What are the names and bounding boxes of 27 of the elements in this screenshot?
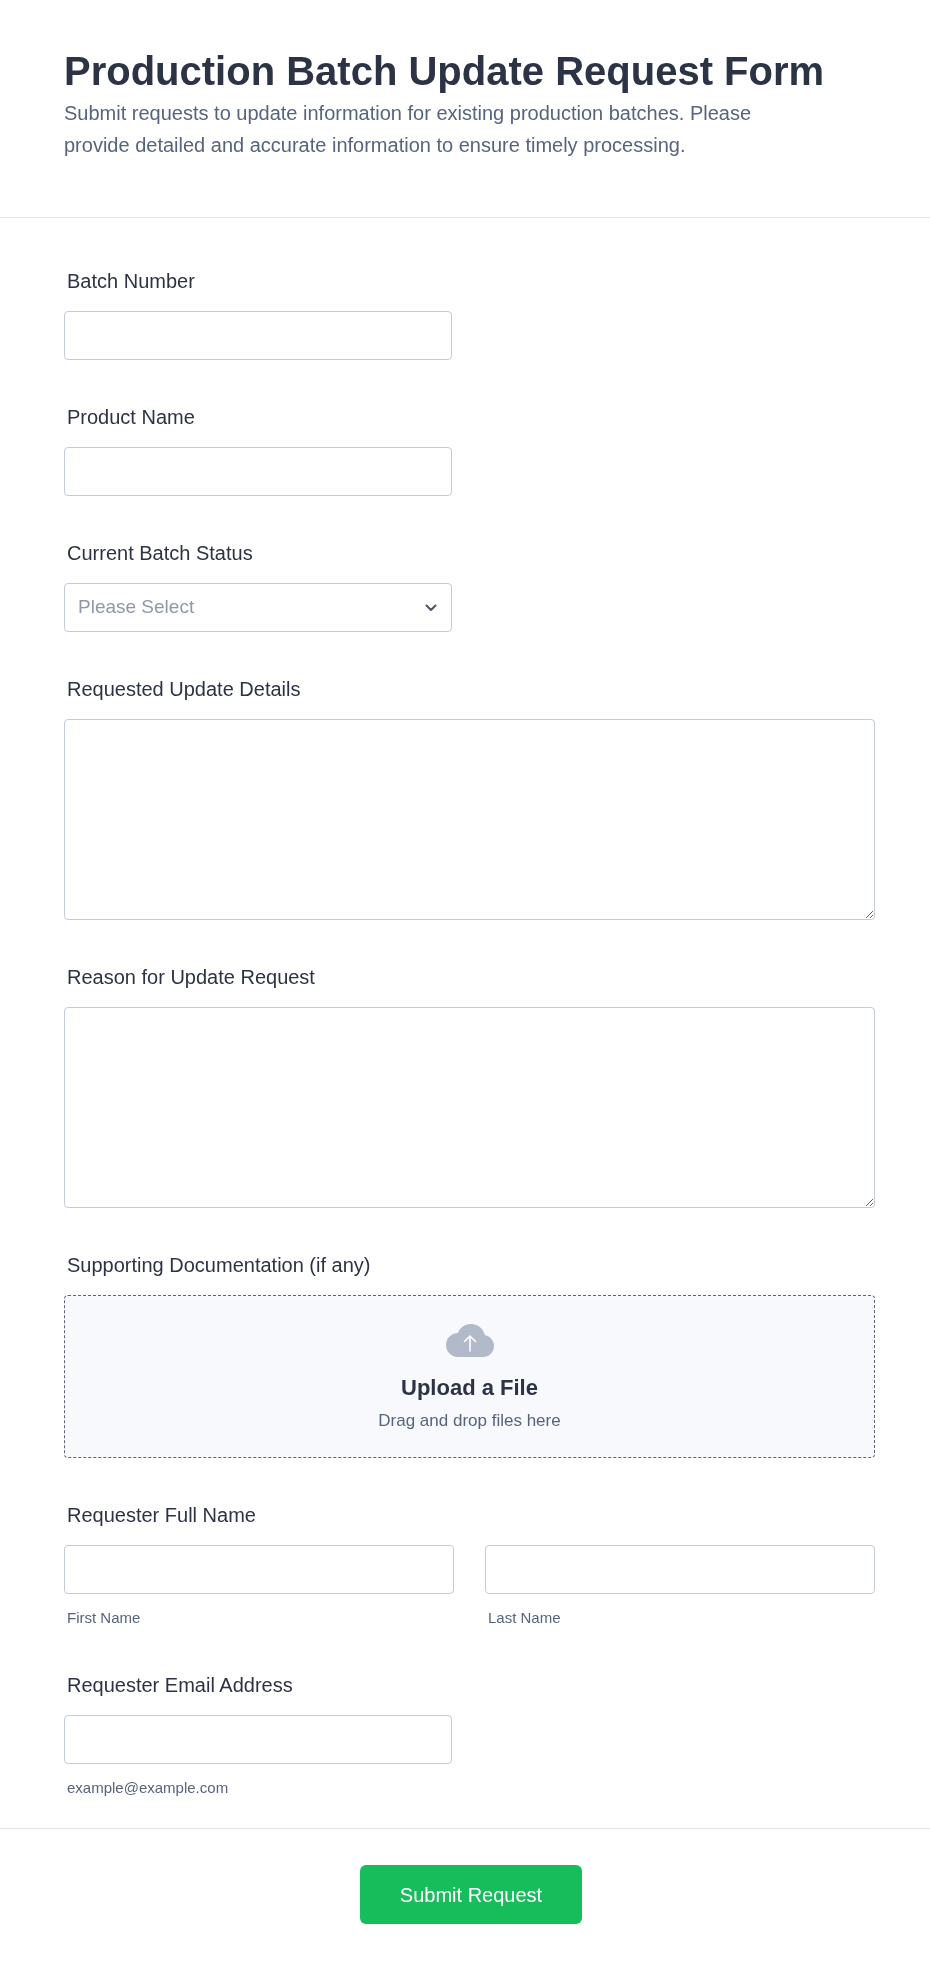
textarea-field[interactable] — [64, 1007, 875, 1208]
form-title: Production Batch Update Request Form — [64, 48, 826, 95]
cloud-upload-icon — [445, 1324, 494, 1357]
file-drop-zone[interactable]: Upload a File Drag and drop files here — [64, 1295, 875, 1458]
field-label: Requester Full Name — [66, 1503, 256, 1527]
field-label: Supporting Documentation (if any) — [66, 1253, 371, 1277]
email-field[interactable] — [64, 1715, 452, 1764]
name-field[interactable] — [485, 1545, 875, 1594]
form-description: Submit requests to update information for existing production batches. Please provide detailed and accurate information to ensure timely processing. — [64, 101, 753, 158]
field-label: Batch Number — [66, 269, 195, 293]
name-field[interactable] — [64, 1545, 454, 1594]
field-label: Reason for Update Request — [66, 965, 315, 989]
field-sublabel: Last Name — [487, 1608, 561, 1628]
textarea-field[interactable] — [64, 719, 875, 920]
text-field[interactable] — [64, 447, 452, 496]
field-label: Requester Email Address — [66, 1673, 293, 1697]
chevron-down-icon — [425, 603, 437, 612]
text-field[interactable] — [64, 311, 452, 360]
field-label: Product Name — [66, 405, 195, 429]
status-dropdown[interactable]: Please Select — [64, 583, 452, 632]
field-label: Current Batch Status — [66, 541, 253, 565]
upload-title: Upload a File — [401, 1374, 538, 1402]
field-label: Requested Update Details — [66, 677, 301, 701]
field-hint: example@example.com — [66, 1778, 229, 1798]
field-sublabel: First Name — [66, 1608, 141, 1628]
submit-button[interactable]: Submit Request — [360, 1865, 582, 1924]
upload-hint: Drag and drop files here — [378, 1410, 561, 1432]
